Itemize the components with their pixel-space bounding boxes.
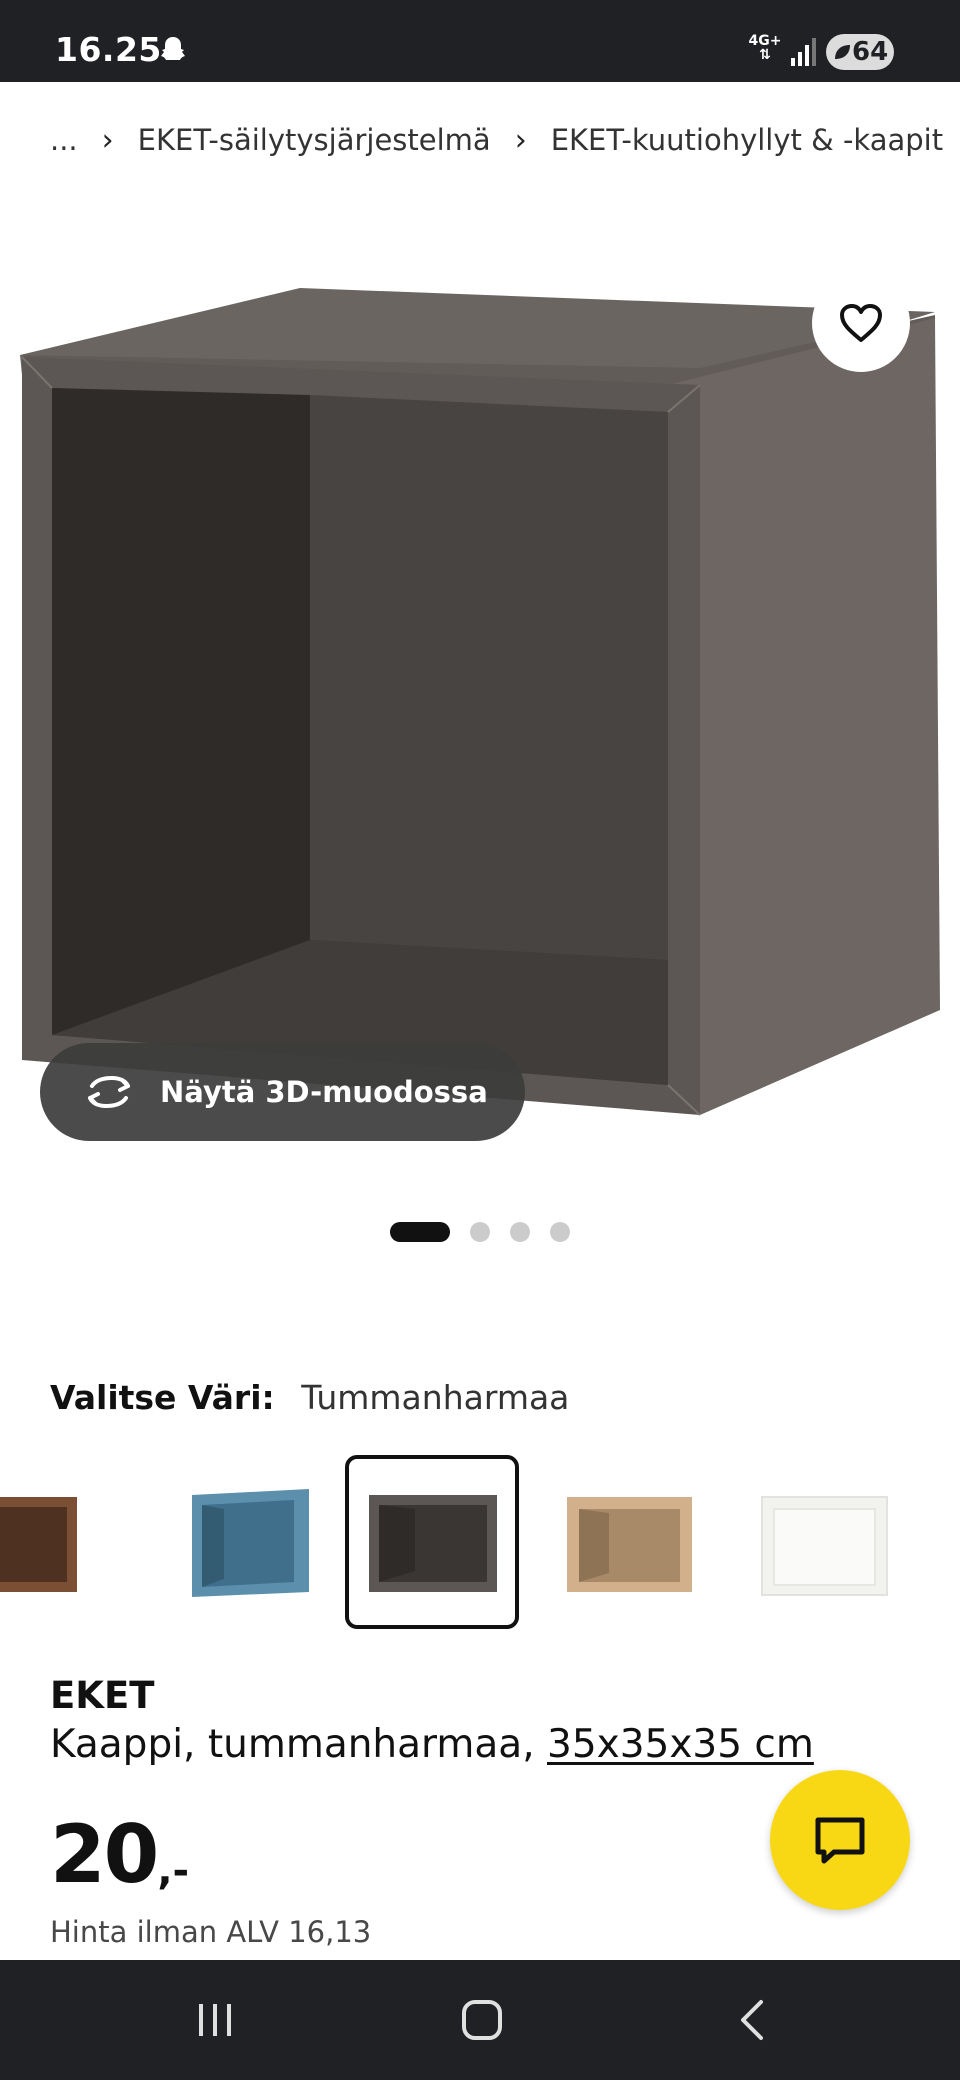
price-main: 20 [50,1808,159,1901]
recent-apps-button[interactable] [185,1990,245,2050]
color-swatches [0,1455,960,1633]
carousel-indicator [390,1222,590,1242]
product-price: 20 ,- [50,1810,189,1900]
home-button[interactable] [452,1990,512,2050]
battery-level: 64 [852,37,889,67]
product-type-label: Kaappi, tummanharmaa, [50,1722,535,1767]
chevron-right-icon: › [101,122,114,158]
status-time: 16.25 [55,30,162,69]
color-swatch-white[interactable] [735,1455,909,1629]
carousel-dot[interactable] [550,1222,570,1242]
back-button[interactable] [722,1990,782,2050]
heart-icon [840,304,882,342]
product-image[interactable] [0,250,960,1140]
chat-bubble-icon [815,1817,865,1864]
recent-apps-icon [199,2004,231,2036]
system-navigation-bar [0,1960,960,2080]
color-swatch-blue[interactable] [162,1455,336,1629]
color-selector-title: Valitse Väri: [50,1378,275,1417]
battery-saver-leaf-icon [835,45,850,59]
home-icon [462,2000,502,2040]
color-swatch-oak[interactable] [540,1455,714,1629]
network-label: 4G+ [748,33,782,49]
favorite-button[interactable] [812,274,910,372]
cabinet-thumbnail [567,1497,692,1592]
carousel-dot[interactable] [470,1222,490,1242]
product-name: EKET [50,1674,155,1717]
chevron-right-icon: › [514,122,527,158]
color-swatch-dark-grey[interactable] [345,1455,519,1629]
carousel-dot[interactable] [510,1222,530,1242]
breadcrumb: ... › EKET-säilytysjärjestelmä › EKET-ku… [50,120,960,160]
price-suffix: ,- [157,1848,190,1894]
view-3d-button[interactable]: Näytä 3D-muodossa [40,1043,525,1141]
data-arrows-icon: ⇅ [759,47,771,63]
rotate-icon [88,1075,130,1109]
view-3d-label: Näytä 3D-muodossa [160,1075,488,1109]
snapchat-ghost-icon [161,37,185,60]
status-bar: 16.25 4G+ ⇅ 64 [0,0,960,82]
network-type-icon: 4G+ ⇅ [748,34,782,62]
cabinet-thumbnail [369,1495,497,1592]
product-description: Kaappi, tummanharmaa, 35x35x35 cm [50,1722,814,1767]
back-icon [741,2000,763,2040]
signal-strength-icon [791,38,816,66]
carousel-dot-active[interactable] [390,1222,450,1242]
battery-indicator: 64 [826,34,894,70]
color-selector-heading: Valitse Väri: Tummanharmaa [50,1378,569,1417]
cabinet-thumbnail [761,1496,888,1596]
color-selector-value: Tummanharmaa [301,1378,570,1417]
product-size-link[interactable]: 35x35x35 cm [547,1722,814,1767]
color-swatch-walnut[interactable] [0,1455,104,1629]
breadcrumb-item-eket-system[interactable]: EKET-säilytysjärjestelmä [138,123,491,157]
breadcrumb-item-eket-cabinets[interactable]: EKET-kuutiohyllyt & -kaapit [551,123,943,157]
price-ex-vat: Hinta ilman ALV 16,13 [50,1915,372,1949]
cabinet-thumbnail [192,1489,309,1597]
breadcrumb-ellipsis[interactable]: ... [50,123,78,157]
cabinet-thumbnail [0,1497,77,1592]
chat-button[interactable] [770,1770,910,1910]
